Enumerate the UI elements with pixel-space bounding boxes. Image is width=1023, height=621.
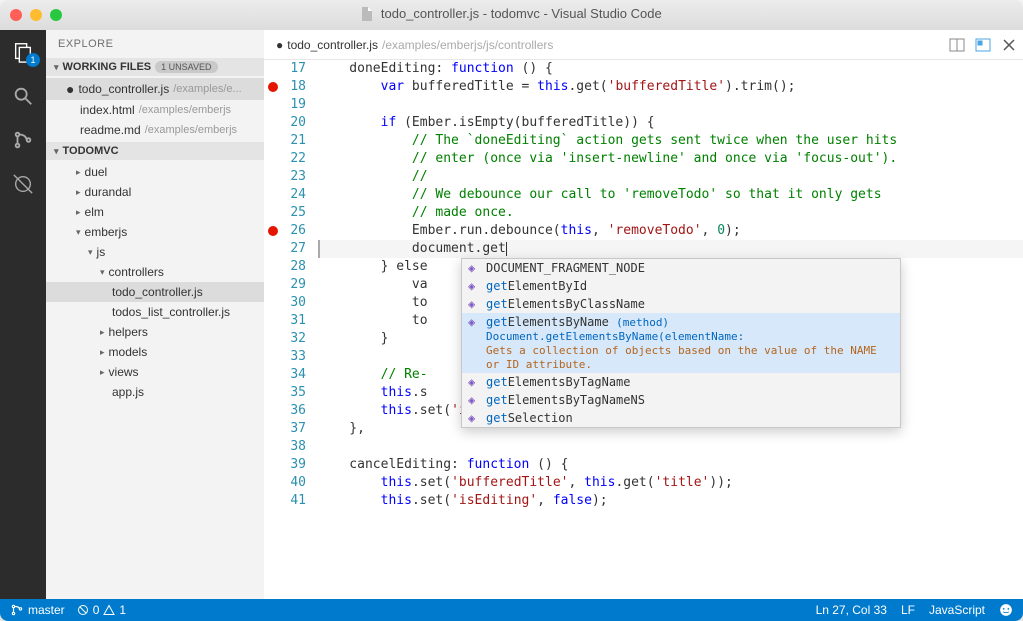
working-file-item[interactable]: ●todo_controller.js /examples/e... xyxy=(46,78,264,100)
autocomplete-item[interactable]: ◈getElementsByTagName xyxy=(462,373,900,391)
chevron-down-icon: ▾ xyxy=(54,146,59,157)
method-icon: ◈ xyxy=(468,297,480,311)
chevron-icon: ▾ xyxy=(100,267,105,278)
tree-item[interactable]: todos_list_controller.js xyxy=(46,302,264,322)
eol[interactable]: LF xyxy=(901,603,915,617)
method-icon: ◈ xyxy=(468,375,480,389)
chevron-icon: ▾ xyxy=(88,247,93,258)
working-files-header[interactable]: ▾ WORKING FILES 1 UNSAVED xyxy=(46,58,264,76)
working-file-item[interactable]: readme.md /examples/emberjs xyxy=(46,120,264,140)
tree-item[interactable]: app.js xyxy=(46,382,264,402)
modified-dot-icon: ● xyxy=(276,38,283,52)
window-title: todo_controller.js - todomvc - Visual St… xyxy=(0,6,1023,23)
chevron-icon: ▾ xyxy=(76,227,81,238)
file-icon xyxy=(361,7,373,24)
gutter: 1718192021222324252627282930313233343536… xyxy=(264,60,318,599)
tree-item[interactable]: ▾ emberjs xyxy=(46,222,264,242)
editor-area: ● todo_controller.js /examples/emberjs/j… xyxy=(264,30,1023,599)
chevron-icon: ▸ xyxy=(76,187,81,198)
sidebar-title: EXPLORE xyxy=(46,30,264,58)
cursor-position[interactable]: Ln 27, Col 33 xyxy=(816,603,887,617)
working-file-item[interactable]: index.html /examples/emberjs xyxy=(46,100,264,120)
chevron-icon: ▸ xyxy=(76,207,81,218)
method-icon: ◈ xyxy=(468,411,480,425)
split-editor-icon[interactable] xyxy=(949,37,965,53)
autocomplete-item[interactable]: ◈getSelection xyxy=(462,409,900,427)
chevron-icon: ▸ xyxy=(100,327,105,338)
titlebar: todo_controller.js - todomvc - Visual St… xyxy=(0,0,1023,30)
tab-actions xyxy=(949,37,1017,53)
tree-item[interactable]: ▸ duel xyxy=(46,162,264,182)
autocomplete-item[interactable]: ◈getElementsByClassName xyxy=(462,295,900,313)
source-control-icon[interactable] xyxy=(11,128,35,152)
editor-tabs: ● todo_controller.js /examples/emberjs/j… xyxy=(264,30,1023,60)
project-header[interactable]: ▾ TODOMVC xyxy=(46,142,264,160)
close-icon[interactable] xyxy=(1001,37,1017,53)
code-editor[interactable]: 1718192021222324252627282930313233343536… xyxy=(264,60,1023,599)
modified-dot-icon: ● xyxy=(66,81,74,97)
tree-item[interactable]: ▾ controllers xyxy=(46,262,264,282)
workbench: 1 EXPLORE ▾ WORKING FILES 1 UNSAVED ●tod… xyxy=(0,30,1023,599)
activity-bar: 1 xyxy=(0,30,46,599)
tree-item[interactable]: todo_controller.js xyxy=(46,282,264,302)
feedback-icon[interactable] xyxy=(999,603,1013,617)
tree-item[interactable]: ▾ js xyxy=(46,242,264,262)
problems[interactable]: 0 1 xyxy=(77,603,126,617)
autocomplete-item[interactable]: ◈getElementById xyxy=(462,277,900,295)
search-icon[interactable] xyxy=(11,84,35,108)
method-icon: ◈ xyxy=(468,393,480,407)
breakpoint-icon[interactable] xyxy=(268,226,278,236)
method-icon: ◈ xyxy=(468,261,480,275)
git-branch[interactable]: master xyxy=(10,603,65,617)
autocomplete-popup[interactable]: ◈DOCUMENT_FRAGMENT_NODE◈getElementById◈g… xyxy=(461,258,901,428)
method-icon: ◈ xyxy=(468,315,480,329)
debug-icon[interactable] xyxy=(11,172,35,196)
tree-item[interactable]: ▸ helpers xyxy=(46,322,264,342)
tree-item[interactable]: ▸ elm xyxy=(46,202,264,222)
tree-item[interactable]: ▸ views xyxy=(46,362,264,382)
chevron-down-icon: ▾ xyxy=(54,62,59,73)
language-mode[interactable]: JavaScript xyxy=(929,603,985,617)
chevron-icon: ▸ xyxy=(100,367,105,378)
autocomplete-item[interactable]: ◈getElementsByTagNameNS xyxy=(462,391,900,409)
method-icon: ◈ xyxy=(468,279,480,293)
autocomplete-item[interactable]: ◈getElementsByName (method) Document.get… xyxy=(462,313,900,373)
explorer-badge: 1 xyxy=(26,53,40,67)
autocomplete-item[interactable]: ◈DOCUMENT_FRAGMENT_NODE xyxy=(462,259,900,277)
tree-item[interactable]: ▸ models xyxy=(46,342,264,362)
chevron-icon: ▸ xyxy=(100,347,105,358)
unsaved-badge: 1 UNSAVED xyxy=(155,61,217,73)
toggle-panel-icon[interactable] xyxy=(975,37,991,53)
explorer-icon[interactable]: 1 xyxy=(11,40,35,64)
status-bar: master 0 1 Ln 27, Col 33 LF JavaScript xyxy=(0,599,1023,621)
working-files-list: ●todo_controller.js /examples/e...index.… xyxy=(46,76,264,142)
tree-item[interactable]: ▸ durandal xyxy=(46,182,264,202)
breakpoint-icon[interactable] xyxy=(268,82,278,92)
tab-todo-controller[interactable]: ● todo_controller.js /examples/emberjs/j… xyxy=(270,38,559,52)
project-tree: ▸ duel▸ durandal▸ elm▾ emberjs▾ js▾ cont… xyxy=(46,160,264,404)
chevron-icon: ▸ xyxy=(76,167,81,178)
sidebar: EXPLORE ▾ WORKING FILES 1 UNSAVED ●todo_… xyxy=(46,30,264,599)
app-window: todo_controller.js - todomvc - Visual St… xyxy=(0,0,1023,621)
